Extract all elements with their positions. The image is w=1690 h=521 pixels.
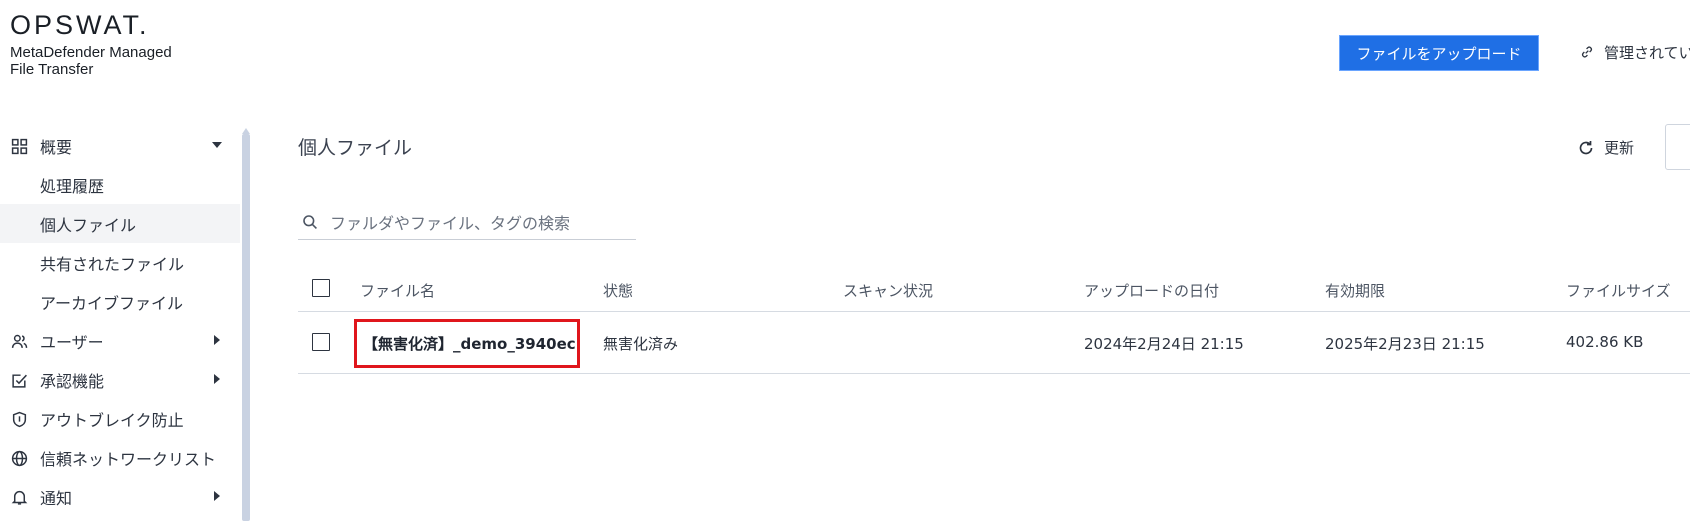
sidebar-item-label: 承認機能	[40, 371, 105, 391]
file-size: 402.86 KB	[1566, 333, 1644, 351]
select-all-checkbox[interactable]	[312, 279, 330, 297]
brand: OPSWAT. MetaDefender Managed File Transf…	[10, 10, 172, 78]
view-toggle-button[interactable]	[1665, 124, 1690, 170]
sidebar-item-label: ユーザー	[40, 332, 104, 352]
sidebar-item-history[interactable]: 処理履歴	[0, 165, 240, 204]
link-icon	[1582, 46, 1592, 58]
sidebar-item-approval[interactable]: 承認機能	[0, 360, 240, 399]
sidebar-scrollbar[interactable]	[242, 134, 250, 521]
sidebar-item-overview[interactable]: 概要	[0, 126, 240, 165]
sidebar-item-label: 個人ファイル	[40, 215, 137, 235]
product-name-line1: MetaDefender Managed	[10, 44, 172, 61]
file-upload-date: 2024年2月24日 21:15	[1084, 335, 1244, 353]
approval-icon	[12, 374, 27, 388]
sidebar-item-notifications[interactable]: 通知	[0, 477, 240, 516]
shield-icon	[12, 411, 27, 428]
caret-right-icon	[214, 335, 220, 345]
opswat-logo: OPSWAT.	[10, 10, 150, 40]
search-field[interactable]	[298, 207, 636, 240]
column-header-size[interactable]: ファイルサイズ	[1566, 280, 1671, 301]
grid-icon	[11, 138, 28, 155]
product-name: MetaDefender Managed File Transfer	[10, 44, 172, 78]
sidebar-item-personal-files[interactable]: 個人ファイル	[0, 204, 240, 243]
column-header-upload-date[interactable]: アップロードの日付	[1084, 280, 1219, 301]
sidebar-item-outbreak-prevention[interactable]: アウトブレイク防止	[0, 399, 240, 438]
caret-right-icon	[214, 491, 220, 501]
sidebar-item-label: 処理履歴	[40, 176, 105, 196]
table-row[interactable]: 【無害化済】_demo_3940ec... 無害化済み 2024年2月24日 2…	[298, 312, 1690, 374]
column-header-scan[interactable]: スキャン状況	[843, 280, 933, 301]
search-input[interactable]	[330, 210, 630, 236]
sidebar-item-label: 共有されたファイル	[40, 254, 185, 274]
search-icon	[303, 215, 317, 229]
caret-right-icon	[214, 374, 220, 384]
sidebar-item-label: 概要	[40, 137, 73, 157]
file-expiry-date: 2025年2月23日 21:15	[1325, 335, 1485, 353]
sidebar-item-trusted-network[interactable]: 信頼ネットワークリスト	[0, 438, 240, 477]
sidebar-item-label: アウトブレイク防止	[40, 410, 184, 430]
column-header-state[interactable]: 状態	[603, 280, 633, 301]
refresh-button[interactable]: 更新	[1577, 137, 1634, 158]
refresh-icon	[1579, 140, 1593, 154]
refresh-label: 更新	[1604, 139, 1635, 157]
sidebar-item-label: アーカイブファイル	[40, 293, 184, 313]
managed-link-label: 管理されてい	[1604, 43, 1690, 62]
managed-link[interactable]: 管理されてい	[1580, 41, 1690, 63]
sidebar-item-shared-files[interactable]: 共有されたファイル	[0, 243, 240, 282]
users-icon	[11, 334, 28, 348]
column-header-name[interactable]: ファイル名	[360, 280, 435, 301]
page-title: 個人ファイル	[298, 137, 413, 159]
upload-file-button[interactable]: ファイルをアップロード	[1339, 35, 1539, 71]
sidebar-item-label: 通知	[40, 488, 73, 508]
bell-icon	[11, 490, 28, 505]
caret-down-icon	[212, 142, 222, 148]
sidebar-item-archive-files[interactable]: アーカイブファイル	[0, 282, 240, 321]
sidebar-nav: 概要 処理履歴 個人ファイル 共有されたファイル アーカイブファイル ユーザー	[0, 126, 240, 521]
file-name-link[interactable]: 【無害化済】_demo_3940ec...	[354, 319, 580, 368]
file-state: 無害化済み	[603, 335, 679, 353]
column-header-expiry[interactable]: 有効期限	[1325, 280, 1385, 301]
sidebar-item-label: 信頼ネットワークリスト	[40, 449, 217, 469]
sidebar-item-users[interactable]: ユーザー	[0, 321, 240, 360]
product-name-line2: File Transfer	[10, 61, 94, 78]
row-checkbox[interactable]	[312, 333, 330, 351]
table-header: ファイル名 状態 スキャン状況 アップロードの日付 有効期限 ファイルサイズ	[298, 268, 1690, 312]
files-table: ファイル名 状態 スキャン状況 アップロードの日付 有効期限 ファイルサイズ 【…	[298, 268, 1690, 374]
app-window: OPSWAT. MetaDefender Managed File Transf…	[0, 0, 1690, 521]
globe-icon	[11, 450, 28, 467]
